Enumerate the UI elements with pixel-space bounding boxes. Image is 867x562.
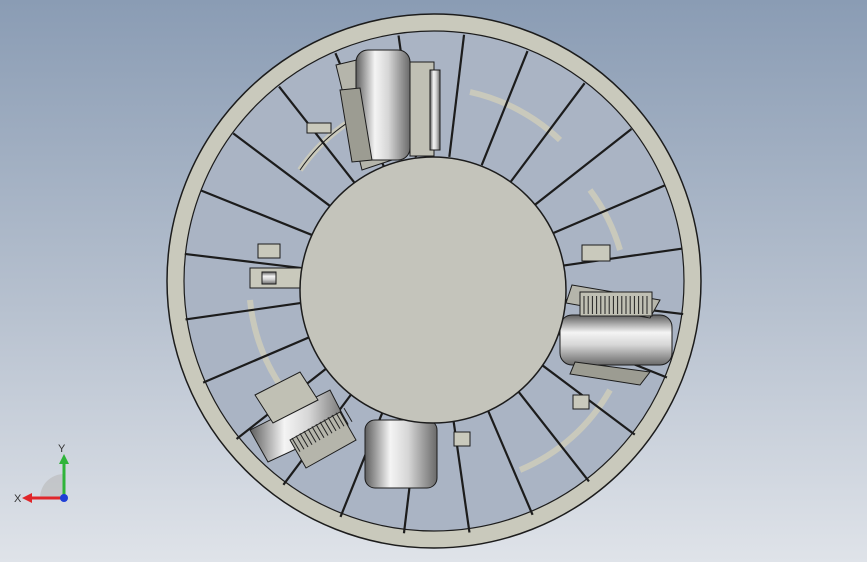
cad-model-view[interactable] <box>0 0 867 562</box>
x-axis-arrow-icon <box>22 493 32 503</box>
bottom-cylinder <box>364 419 438 489</box>
top-gear-assembly <box>335 49 441 171</box>
central-hub <box>299 156 567 424</box>
x-axis-label: X <box>14 493 22 505</box>
y-axis-arrow-icon <box>59 454 69 464</box>
z-axis-dot-icon <box>60 494 68 502</box>
coordinate-triad-icon: Y X <box>14 443 69 505</box>
y-axis-label: Y <box>58 443 66 455</box>
graphics-viewport[interactable]: Y X <box>0 0 867 562</box>
